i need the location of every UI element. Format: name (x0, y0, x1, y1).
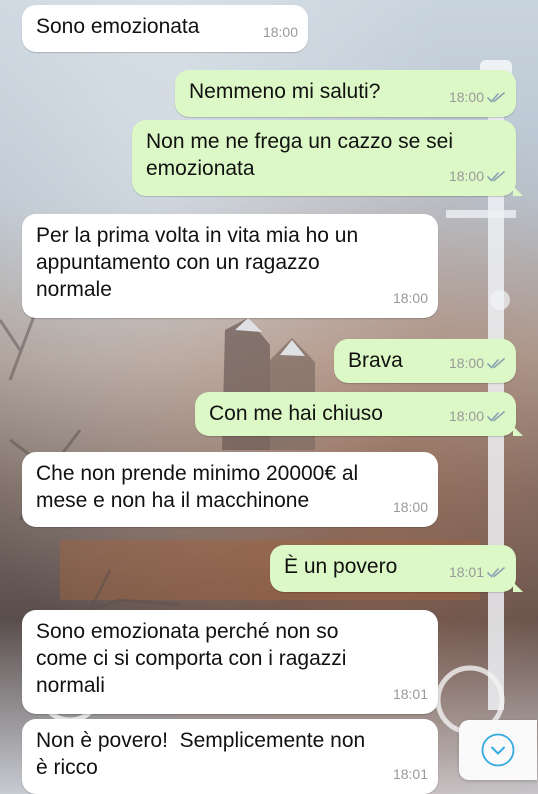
message-text: Che non prende minimo 20000€ al mese e n… (36, 462, 359, 512)
message-time: 18:01 (448, 564, 484, 580)
message-text: Sono emozionata (36, 15, 200, 38)
message-time: 18:00 (448, 355, 484, 371)
outgoing-message-bubble[interactable]: È un povero 18:01 (270, 545, 523, 592)
chevron-down-circle-icon (481, 733, 515, 767)
message-time: 18:00 (448, 168, 484, 184)
outgoing-message-bubble[interactable]: Non me ne frega un cazzo se sei emoziona… (132, 120, 523, 196)
chat-thread: Sono emozionata 18:00 Nemmeno mi saluti? 18… (0, 0, 538, 794)
message-meta: 18:00 (449, 350, 506, 377)
message-time: 18:00 (448, 408, 484, 424)
bubble-tail (513, 426, 523, 436)
incoming-message-bubble[interactable]: Che non prende minimo 20000€ al mese e n… (22, 452, 438, 527)
message-time: 18:00 (262, 24, 298, 40)
message-text: Sono emozionata perché non so come ci si… (36, 620, 347, 697)
message-meta: 18:00 (449, 163, 506, 190)
message-meta: 18:00 (449, 403, 506, 430)
double-check-icon (487, 92, 505, 103)
message-text: Non è povero! Semplicemente non è ricco (36, 729, 366, 779)
message-time: 18:00 (392, 499, 428, 515)
message-meta: 18:01 (393, 761, 428, 788)
outgoing-message-bubble[interactable]: Con me hai chiuso 18:00 (195, 392, 523, 436)
message-meta: 18:01 (393, 681, 428, 708)
message-time: 18:01 (392, 766, 428, 782)
double-check-icon (487, 358, 505, 369)
double-check-icon (487, 567, 505, 578)
message-time: 18:00 (448, 89, 484, 105)
scroll-to-bottom-button[interactable] (459, 720, 537, 780)
message-text: Per la prima volta in vita mia ho un app… (36, 224, 359, 301)
incoming-message-bubble[interactable]: Non è povero! Semplicemente non è ricco 1… (22, 719, 438, 794)
incoming-message-bubble[interactable]: Sono emozionata perché non so come ci si… (22, 610, 438, 714)
message-meta: 18:00 (449, 84, 506, 111)
incoming-message-bubble[interactable]: Per la prima volta in vita mia ho un app… (22, 214, 438, 318)
outgoing-message-bubble[interactable]: Nemmeno mi saluti? 18:00 (175, 70, 516, 117)
bubble-tail (513, 582, 523, 592)
message-meta: 18:00 (393, 494, 428, 521)
message-meta: 18:00 (393, 285, 428, 312)
incoming-message-bubble[interactable]: Sono emozionata 18:00 (22, 5, 308, 52)
message-time: 18:00 (392, 290, 428, 306)
bubble-tail (513, 186, 523, 196)
outgoing-message-bubble[interactable]: Brava 18:00 (334, 339, 516, 383)
message-meta: 18:01 (449, 559, 506, 586)
message-meta: 18:00 (263, 19, 298, 46)
message-time: 18:01 (392, 686, 428, 702)
double-check-icon (487, 171, 505, 182)
double-check-icon (487, 411, 505, 422)
